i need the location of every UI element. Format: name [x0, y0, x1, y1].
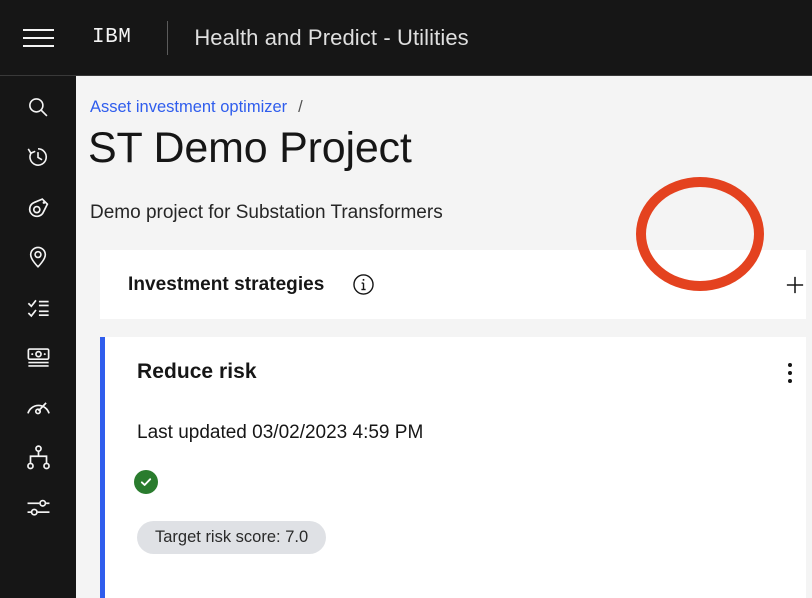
hierarchy-icon — [25, 444, 52, 471]
sliders-icon — [25, 494, 52, 521]
strategy-title: Reduce risk — [137, 360, 257, 383]
panel-title: Investment strategies — [128, 273, 325, 295]
right-gutter — [806, 76, 812, 598]
sidebar-item-tasks[interactable] — [0, 282, 76, 332]
history-icon — [25, 144, 51, 170]
breadcrumb-link-parent[interactable]: Asset investment optimizer — [90, 98, 287, 116]
overflow-dot — [788, 363, 792, 367]
plus-icon — [782, 272, 808, 298]
sidebar-item-assets[interactable] — [0, 182, 76, 232]
page-title: ST Demo Project — [88, 124, 412, 172]
asset-icon — [25, 194, 52, 221]
investment-strategies-panel-header: Investment strategies — [100, 250, 812, 319]
header-divider — [167, 20, 169, 55]
sidebar-item-settings[interactable] — [0, 482, 76, 532]
hamburger-bar — [22, 44, 54, 47]
page-subtitle: Demo project for Substation Transformers — [90, 202, 443, 223]
breadcrumb: Asset investment optimizer / — [90, 97, 303, 117]
overflow-dot — [788, 379, 792, 383]
location-pin-icon — [25, 244, 51, 270]
tag-label: Target risk score: 7.0 — [155, 528, 309, 546]
strategy-tag-target-risk-score: Target risk score: 7.0 — [137, 521, 327, 554]
app-title: Health and Predict - Utilities — [194, 24, 469, 50]
app-header: IBM Health and Predict - Utilities — [0, 0, 812, 76]
strategy-last-updated: Last updated 03/02/2023 4:59 PM — [137, 422, 424, 443]
checkmark-filled-icon — [134, 470, 158, 494]
overflow-dot — [788, 371, 792, 375]
hamburger-menu-icon[interactable] — [0, 0, 76, 75]
strategy-card-reduce-risk[interactable]: Reduce risk Last updated 03/02/2023 4:59… — [100, 337, 812, 598]
sidebar-item-locations[interactable] — [0, 232, 76, 282]
breadcrumb-separator: / — [298, 98, 303, 116]
main-content: Asset investment optimizer / ST Demo Proj… — [76, 76, 812, 598]
sidebar-item-history[interactable] — [0, 132, 76, 182]
sidebar-item-investments[interactable] — [0, 332, 76, 382]
hamburger-bar — [22, 36, 54, 39]
left-navigation-rail — [0, 76, 76, 598]
sidebar-item-hierarchy[interactable] — [0, 432, 76, 482]
task-checklist-icon — [25, 294, 52, 321]
search-icon — [25, 94, 51, 120]
sidebar-item-performance[interactable] — [0, 382, 76, 432]
card-header: Reduce risk — [105, 349, 812, 395]
money-bill-icon — [25, 344, 52, 371]
info-circle-icon[interactable] — [350, 272, 376, 298]
sidebar-item-search[interactable] — [0, 82, 76, 132]
ibm-brand-logo[interactable]: IBM — [92, 26, 131, 49]
gauge-icon — [25, 394, 52, 421]
hamburger-bar — [22, 28, 54, 31]
overflow-menu-vertical-icon[interactable] — [774, 356, 806, 390]
